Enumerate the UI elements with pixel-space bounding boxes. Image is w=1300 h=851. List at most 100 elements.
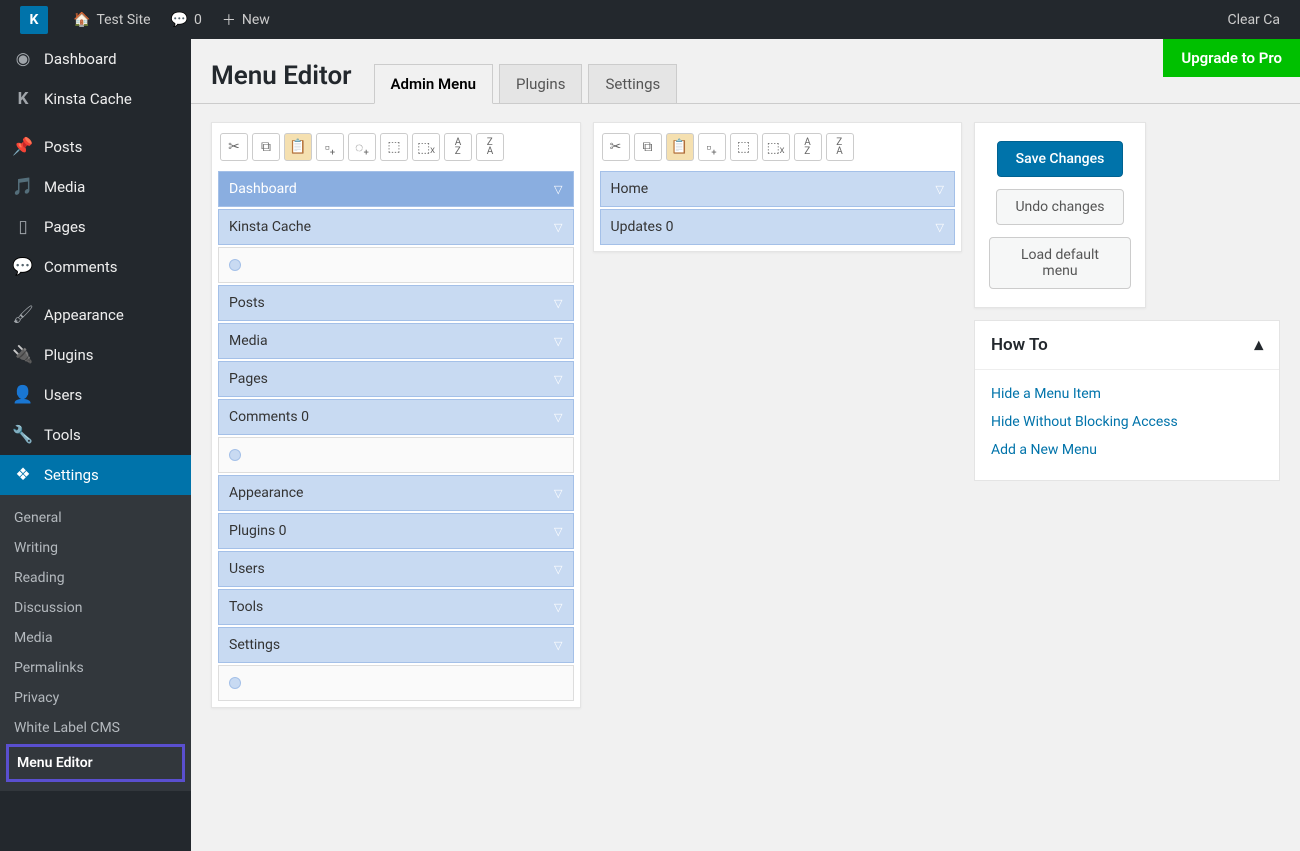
sub-item-white-label-cms[interactable]: White Label CMS xyxy=(0,713,191,743)
sidebar-item-pages[interactable]: ▯Pages xyxy=(0,207,191,247)
tab-admin-menu[interactable]: Admin Menu xyxy=(374,64,493,104)
admin-bar-site[interactable]: 🏠 Test Site xyxy=(63,0,161,39)
site-name: Test Site xyxy=(96,12,150,28)
submenu-item-row[interactable]: Updates 0▽ xyxy=(600,209,956,245)
menu-item-row[interactable]: Plugins 0▽ xyxy=(218,513,574,549)
undo-changes-button[interactable]: Undo changes xyxy=(996,189,1123,225)
chevron-down-icon: ▽ xyxy=(554,601,562,614)
actions-panel: Save Changes Undo changes Load default m… xyxy=(974,122,1146,308)
chevron-down-icon: ▽ xyxy=(554,639,562,652)
separator-handle-icon xyxy=(229,449,241,461)
separator-handle-icon xyxy=(229,259,241,271)
submenu-item-row[interactable]: Home▽ xyxy=(600,171,956,207)
menu-item-row[interactable]: Settings ▽ xyxy=(218,627,574,663)
load-default-button[interactable]: Load default menu xyxy=(989,237,1131,289)
menu-item-label: Kinsta Cache xyxy=(229,219,311,235)
menu-item-label: Posts xyxy=(229,295,265,311)
sidebar-item-posts[interactable]: 📌Posts xyxy=(0,127,191,167)
howto-link[interactable]: Add a New Menu xyxy=(991,436,1263,464)
menu-item-row[interactable]: Posts▽ xyxy=(218,285,574,321)
sub-item-media[interactable]: Media xyxy=(0,623,191,653)
menu-item-row[interactable]: Users▽ xyxy=(218,551,574,587)
new-menu-button[interactable]: ▫₊ xyxy=(316,133,344,161)
sub-item-general[interactable]: General xyxy=(0,503,191,533)
label: Kinsta Cache xyxy=(44,90,132,108)
menu-item-row[interactable]: Kinsta Cache▽ xyxy=(218,209,574,245)
collapse-icon: ▴ xyxy=(1254,335,1263,355)
admin-bar-new[interactable]: ＋ New xyxy=(212,0,280,39)
sub-item-menu-editor[interactable]: Menu Editor xyxy=(6,744,185,782)
sidebar-item-appearance[interactable]: 🖌 Appearance xyxy=(0,295,191,335)
sort-desc-button[interactable]: ZA xyxy=(476,133,504,161)
menu-item-row[interactable]: Media▽ xyxy=(218,323,574,359)
menu-separator[interactable] xyxy=(218,437,574,473)
sub-item-discussion[interactable]: Discussion xyxy=(0,593,191,623)
menu-item-row[interactable]: Pages▽ xyxy=(218,361,574,397)
menu-item-label: Settings xyxy=(229,637,280,653)
sub-item-reading[interactable]: Reading xyxy=(0,563,191,593)
new-item-button[interactable]: ▫₊ xyxy=(698,133,726,161)
menu-separator[interactable] xyxy=(218,665,574,701)
sort-asc-button[interactable]: AZ xyxy=(794,133,822,161)
paste-button[interactable]: 📋 xyxy=(666,133,694,161)
cut-button[interactable]: ✂ xyxy=(220,133,248,161)
menu-item-label: Plugins 0 xyxy=(229,523,287,539)
howto-link[interactable]: Hide a Menu Item xyxy=(991,380,1263,408)
hide-button[interactable]: ⬚ xyxy=(380,133,408,161)
menu-item-label: Dashboard xyxy=(229,181,297,197)
menu-item-row[interactable]: Appearance ▽ xyxy=(218,475,574,511)
save-changes-button[interactable]: Save Changes xyxy=(997,141,1124,177)
submenu-list: Home▽Updates 0▽ xyxy=(600,171,956,245)
admin-bar-comments[interactable]: 💬 0 xyxy=(161,0,212,39)
copy-button[interactable]: ⧉ xyxy=(634,133,662,161)
menu-separator[interactable] xyxy=(218,247,574,283)
paste-button[interactable]: 📋 xyxy=(284,133,312,161)
hide-button[interactable]: ⬚ xyxy=(730,133,758,161)
chevron-down-icon: ▽ xyxy=(554,411,562,424)
delete-button[interactable]: ⬚ₓ xyxy=(762,133,790,161)
sidebar-item-media[interactable]: 🎵Media xyxy=(0,167,191,207)
menu-item-label: Pages xyxy=(229,371,268,387)
sidebar-item-settings[interactable]: ❖Settings xyxy=(0,455,191,495)
menu-item-label: Media xyxy=(229,333,268,349)
tab-settings[interactable]: Settings xyxy=(588,64,677,103)
sidebar-item-kinsta-cache[interactable]: KKinsta Cache xyxy=(0,79,191,119)
sort-asc-button[interactable]: AZ xyxy=(444,133,472,161)
editor-area: ✂ ⧉ 📋 ▫₊ ◌₊ ⬚ ⬚ₓ AZ ZA Dashboard▽Kinsta … xyxy=(191,104,1300,726)
chevron-down-icon: ▽ xyxy=(554,487,562,500)
sidebar-item-tools[interactable]: 🔧Tools xyxy=(0,415,191,455)
sort-desc-button[interactable]: ZA xyxy=(826,133,854,161)
home-icon: 🏠 xyxy=(73,12,90,28)
howto-link[interactable]: Hide Without Blocking Access xyxy=(991,408,1263,436)
copy-button[interactable]: ⧉ xyxy=(252,133,280,161)
menu-item-label: Appearance xyxy=(229,485,303,501)
admin-bar-clear-cache[interactable]: Clear Ca xyxy=(1218,0,1291,39)
sub-item-privacy[interactable]: Privacy xyxy=(0,683,191,713)
menu-item-row[interactable]: Comments 0▽ xyxy=(218,399,574,435)
label: Users xyxy=(44,386,82,404)
cut-button[interactable]: ✂ xyxy=(602,133,630,161)
sidebar-item-users[interactable]: 👤Users xyxy=(0,375,191,415)
label: Appearance xyxy=(44,306,124,324)
menu-item-row[interactable]: Tools▽ xyxy=(218,589,574,625)
sub-item-writing[interactable]: Writing xyxy=(0,533,191,563)
delete-button[interactable]: ⬚ₓ xyxy=(412,133,440,161)
media-icon: 🎵 xyxy=(12,177,34,197)
howto-header[interactable]: How To ▴ xyxy=(975,321,1279,370)
submenu-column: ✂ ⧉ 📋 ▫₊ ⬚ ⬚ₓ AZ ZA Home▽Updates 0▽ xyxy=(593,122,963,252)
sub-toolbar: ✂ ⧉ 📋 ▫₊ ⬚ ⬚ₓ AZ ZA xyxy=(600,129,956,171)
sidebar-item-dashboard[interactable]: ◉Dashboard xyxy=(0,39,191,79)
sidebar-item-plugins[interactable]: 🔌Plugins xyxy=(0,335,191,375)
admin-bar-logo[interactable]: K xyxy=(10,0,63,39)
sub-item-permalinks[interactable]: Permalinks xyxy=(0,653,191,683)
tab-plugins[interactable]: Plugins xyxy=(499,64,582,103)
menu-item-row[interactable]: Dashboard▽ xyxy=(218,171,574,207)
comments-icon: 💬 xyxy=(12,257,34,277)
upgrade-button[interactable]: Upgrade to Pro xyxy=(1163,39,1300,77)
sidebar-item-comments[interactable]: 💬Comments xyxy=(0,247,191,287)
appearance-icon: 🖌 xyxy=(12,305,34,325)
content: Upgrade to Pro Menu Editor Admin Menu Pl… xyxy=(191,39,1300,726)
new-separator-button[interactable]: ◌₊ xyxy=(348,133,376,161)
submenu-item-label: Updates 0 xyxy=(611,219,674,235)
plus-icon: ＋ xyxy=(222,10,236,30)
